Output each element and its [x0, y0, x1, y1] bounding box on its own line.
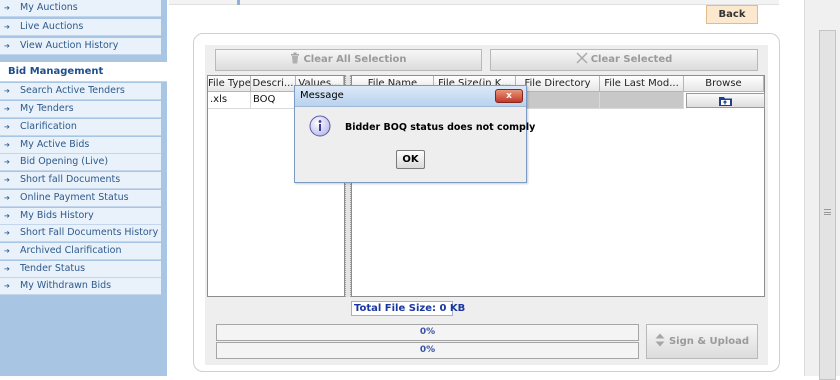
sidebar-item-label: Tender Status — [20, 263, 86, 274]
info-icon — [309, 115, 331, 137]
sidebar-item-label: Clarification — [20, 121, 77, 132]
sidebar-item-label: Live Auctions — [20, 21, 84, 32]
sidebar-item-live-auctions[interactable]: ➔ Live Auctions — [0, 19, 161, 36]
arrow-icon: ➔ — [4, 247, 10, 255]
arrow-icon: ➔ — [4, 282, 10, 290]
dialog-message: Bidder BOQ status does not comply — [345, 122, 536, 133]
scrollbar-thumb[interactable] — [819, 30, 836, 380]
cell-description[interactable]: BOQ — [251, 92, 296, 109]
sidebar-item-label: Bid Opening (Live) — [20, 156, 109, 167]
dialog-title: Message — [300, 90, 344, 101]
column-header-browse[interactable]: Browse — [684, 76, 764, 92]
dialog-titlebar[interactable]: Message x — [295, 86, 526, 107]
sign-and-upload-button[interactable]: Sign & Upload — [646, 324, 758, 359]
sign-progress-bar: 0% — [216, 342, 639, 359]
ok-button[interactable]: OK — [396, 150, 425, 169]
sidebar-item-label: My Bids History — [20, 210, 94, 221]
top-strip — [169, 0, 779, 5]
arrow-icon: ➔ — [4, 176, 10, 184]
sidebar: ➔ My Auctions ➔ Live Auctions ➔ View Auc… — [0, 0, 167, 376]
sidebar-item-tender-status[interactable]: ➔ Tender Status — [0, 261, 161, 278]
sidebar-item-label: Short Fall Documents History — [20, 227, 159, 238]
sidebar-item-view-auction-history[interactable]: ➔ View Auction History — [0, 38, 161, 55]
close-icon — [576, 52, 588, 64]
dialog-close-button[interactable]: x — [495, 89, 523, 103]
progress-label: 0% — [419, 327, 436, 337]
column-header-file-directory[interactable]: File Directory — [516, 76, 600, 92]
clear-all-selection-label: Clear All Selection — [303, 54, 407, 65]
clear-selected-label: Clear Selected — [590, 54, 673, 65]
sidebar-item-my-active-bids[interactable]: ➔ My Active Bids — [0, 137, 161, 154]
sidebar-section-title: Bid Management — [0, 62, 167, 82]
arrow-icon: ➔ — [4, 158, 10, 166]
sidebar-item-my-auctions[interactable]: ➔ My Auctions — [0, 0, 161, 17]
cell-file-directory[interactable] — [516, 92, 600, 109]
column-header-description[interactable]: Descri... — [251, 76, 296, 92]
arrow-icon: ➔ — [4, 229, 10, 237]
sidebar-item-label: My Auctions — [20, 2, 78, 13]
column-header-file-last-modified[interactable]: File Last Mod... — [600, 76, 684, 92]
arrow-icon: ➔ — [4, 87, 10, 95]
back-button[interactable]: Back — [706, 5, 758, 24]
arrow-icon: ➔ — [4, 123, 10, 131]
upload-progress-bar: 0% — [216, 324, 639, 341]
arrow-icon: ➔ — [4, 42, 10, 50]
sidebar-item-label: View Auction History — [20, 40, 119, 51]
sidebar-item-label: Archived Clarification — [20, 245, 122, 256]
message-dialog: Message x Bidder BOQ status does not com… — [294, 85, 535, 183]
sidebar-item-my-tenders[interactable]: ➔ My Tenders — [0, 101, 161, 118]
sidebar-item-clarification[interactable]: ➔ Clarification — [0, 119, 161, 136]
clear-all-selection-button[interactable]: Clear All Selection — [215, 49, 482, 71]
total-file-size: Total File Size: 0 KB — [351, 301, 465, 316]
progress-label: 0% — [419, 345, 436, 355]
trash-icon — [291, 52, 300, 64]
page-scrollbar[interactable] — [804, 0, 840, 380]
folder-open-icon — [719, 97, 732, 106]
sidebar-item-label: Search Active Tenders — [20, 85, 125, 96]
arrow-icon: ➔ — [4, 265, 10, 273]
sidebar-item-short-fall-documents-history[interactable]: ➔ Short Fall Documents History — [0, 225, 161, 242]
upload-arrows-icon — [655, 333, 665, 347]
sign-and-upload-label: Sign & Upload — [668, 336, 750, 347]
arrow-icon: ➔ — [4, 4, 10, 12]
arrow-icon: ➔ — [4, 141, 10, 149]
browse-button[interactable] — [686, 93, 765, 108]
sidebar-item-my-withdrawn-bids[interactable]: ➔ My Withdrawn Bids — [0, 278, 161, 295]
cell-file-last-modified[interactable] — [600, 92, 684, 109]
sidebar-item-search-active-tenders[interactable]: ➔ Search Active Tenders — [0, 83, 161, 100]
sidebar-item-my-bids-history[interactable]: ➔ My Bids History — [0, 208, 161, 225]
column-header-file-type[interactable]: File Type — [208, 76, 251, 92]
arrow-icon: ➔ — [4, 105, 10, 113]
sidebar-item-bid-opening-live[interactable]: ➔ Bid Opening (Live) — [0, 154, 161, 171]
cell-file-type[interactable]: .xls — [208, 92, 251, 109]
top-strip-marker — [237, 0, 240, 5]
sidebar-item-online-payment-status[interactable]: ➔ Online Payment Status — [0, 190, 161, 207]
arrow-icon: ➔ — [4, 23, 10, 31]
arrow-icon: ➔ — [4, 212, 10, 220]
sidebar-item-archived-clarification[interactable]: ➔ Archived Clarification — [0, 243, 161, 260]
arrow-icon: ➔ — [4, 194, 10, 202]
clear-selected-button[interactable]: Clear Selected — [490, 49, 758, 71]
sidebar-item-label: My Active Bids — [20, 139, 90, 150]
sidebar-item-label: Short fall Documents — [20, 174, 121, 185]
grip-icon — [824, 209, 831, 215]
sidebar-item-label: Online Payment Status — [20, 192, 129, 203]
sidebar-item-label: My Tenders — [20, 103, 74, 114]
sidebar-item-short-fall-documents[interactable]: ➔ Short fall Documents — [0, 172, 161, 189]
sidebar-item-label: My Withdrawn Bids — [20, 280, 112, 291]
